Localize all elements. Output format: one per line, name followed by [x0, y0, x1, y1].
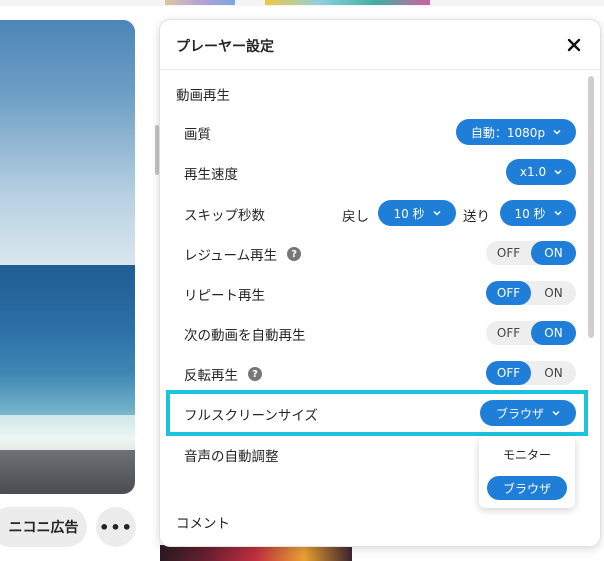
skip-forward-select[interactable]: 10 秒	[500, 200, 576, 226]
close-icon[interactable]	[560, 33, 588, 57]
repeat-on-option[interactable]: ON	[531, 281, 576, 305]
speed-value: x1.0	[519, 165, 547, 179]
autoplay-off-option[interactable]: OFF	[486, 321, 531, 345]
chevron-down-icon	[553, 129, 561, 135]
more-options-button[interactable]: •••	[96, 507, 136, 547]
resume-label: レジューム再生 ?	[184, 244, 302, 264]
quality-value: 自動：1080p	[470, 125, 546, 140]
skip-back-value: 10 秒	[393, 206, 425, 221]
repeat-off-option[interactable]: OFF	[486, 281, 531, 305]
section-comment-heading: コメント	[176, 516, 230, 532]
chevron-down-icon	[433, 210, 441, 216]
speed-row: 再生速度 x1.0	[160, 152, 590, 192]
autoplay-toggle[interactable]: OFF ON	[486, 321, 576, 345]
help-icon[interactable]: ?	[287, 247, 302, 261]
speed-label: 再生速度	[184, 167, 238, 183]
skip-row: スキップ秒数 戻し 10 秒 送り 10 秒	[160, 193, 590, 233]
video-sky	[0, 20, 135, 270]
thumbnail-top-1[interactable]	[165, 0, 235, 5]
speed-select[interactable]: x1.0	[506, 159, 576, 185]
quality-select[interactable]: 自動：1080p	[456, 119, 576, 145]
panel-title: プレーヤー設定	[176, 39, 274, 55]
thumbnail-top-2[interactable]	[265, 0, 430, 5]
repeat-label: リピート再生	[184, 288, 265, 304]
fullscreen-dropdown-menu: モニター ブラウザ	[479, 436, 575, 508]
quality-row: 画質 自動：1080p	[160, 112, 590, 152]
fullscreen-option-monitor[interactable]: モニター	[479, 446, 575, 463]
fullscreen-highlight-frame	[166, 390, 588, 436]
chevron-down-icon	[554, 169, 562, 175]
resume-row: レジューム再生 ? OFF ON	[160, 233, 590, 273]
video-player[interactable]	[0, 20, 135, 494]
skip-forward-label: 送り	[463, 209, 490, 225]
repeat-toggle[interactable]: OFF ON	[486, 281, 576, 305]
section-playback-heading: 動画再生	[176, 88, 230, 104]
autoplay-label: 次の動画を自動再生	[184, 328, 306, 344]
volume-label: 音声の自動調整	[184, 449, 279, 465]
skip-back-label: 戻し	[342, 209, 369, 225]
skip-back-select[interactable]: 10 秒	[378, 200, 456, 226]
resume-off-option[interactable]: OFF	[486, 241, 531, 265]
video-sand	[0, 450, 135, 494]
mirror-toggle[interactable]: OFF ON	[486, 361, 576, 385]
video-foam	[0, 415, 135, 455]
repeat-row: リピート再生 OFF ON	[160, 273, 590, 313]
thumbnail-bottom[interactable]	[160, 545, 352, 561]
autoplay-on-option[interactable]: ON	[531, 321, 576, 345]
resume-on-option[interactable]: ON	[531, 241, 576, 265]
chevron-down-icon	[554, 210, 562, 216]
mirror-off-option[interactable]: OFF	[486, 361, 531, 385]
nicoad-button[interactable]: ニコニ広告	[0, 507, 87, 547]
resume-toggle[interactable]: OFF ON	[486, 241, 576, 265]
skip-label: スキップ秒数	[184, 208, 265, 224]
page-scroll-indicator	[155, 125, 159, 175]
fullscreen-option-browser[interactable]: ブラウザ	[487, 476, 567, 500]
skip-forward-value: 10 秒	[514, 206, 546, 221]
mirror-on-option[interactable]: ON	[531, 361, 576, 385]
quality-label: 画質	[184, 127, 211, 143]
mirror-label: 反転再生 ?	[184, 364, 262, 384]
panel-header: プレーヤー設定	[160, 20, 600, 70]
help-icon[interactable]: ?	[248, 367, 262, 381]
autoplay-row: 次の動画を自動再生 OFF ON	[160, 313, 590, 353]
mirror-row: 反転再生 ? OFF ON	[160, 353, 590, 393]
